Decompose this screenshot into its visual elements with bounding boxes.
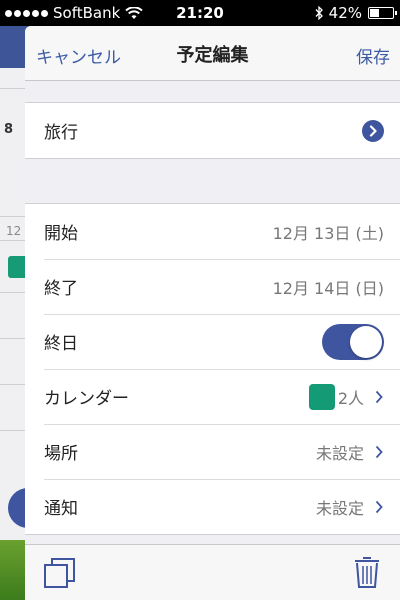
page-title: 予定編集 xyxy=(176,45,249,66)
battery-icon xyxy=(368,7,397,19)
location-label: 場所 xyxy=(44,444,78,464)
event-title: 旅行 xyxy=(44,123,78,143)
background-date-12: 12 xyxy=(6,224,22,238)
battery-percent: 42% xyxy=(328,4,362,22)
chevron-right-circle-icon[interactable] xyxy=(362,119,384,142)
nav-bar: キャンセル 予定編集 保存 xyxy=(25,26,400,81)
bluetooth-icon xyxy=(315,5,323,21)
copy-icon[interactable] xyxy=(43,557,77,589)
end-row[interactable]: 終了 12月 14日 (日) xyxy=(25,259,400,314)
calendar-row[interactable]: カレンダー 2人 xyxy=(25,369,400,424)
toggle-knob xyxy=(350,325,382,358)
all-day-row: 終日 xyxy=(25,314,400,369)
status-bar: SoftBank 21:20 42% xyxy=(0,0,400,26)
save-button[interactable]: 保存 xyxy=(356,43,390,68)
edit-event-sheet: キャンセル 予定編集 保存 旅行 開始 12月 13日 (土) 終了 12月 1… xyxy=(25,26,400,600)
calendar-label: カレンダー xyxy=(44,389,129,409)
details-group: 開始 12月 13日 (土) 終了 12月 14日 (日) 終日 カレンダー 2… xyxy=(25,203,400,535)
chevron-right-icon xyxy=(375,500,383,513)
end-value: 12月 14日 (日) xyxy=(272,278,384,298)
start-label: 開始 xyxy=(44,224,78,244)
calendar-color-swatch xyxy=(308,383,335,410)
trash-icon[interactable] xyxy=(354,555,380,589)
calendar-value: 2人 xyxy=(337,388,364,408)
title-group: 旅行 xyxy=(25,102,400,159)
all-day-toggle[interactable] xyxy=(322,323,384,360)
chevron-right-icon xyxy=(375,390,383,403)
notification-value: 未設定 xyxy=(315,498,364,518)
location-row[interactable]: 場所 未設定 xyxy=(25,424,400,479)
location-value: 未設定 xyxy=(315,443,364,463)
end-label: 終了 xyxy=(44,279,78,299)
notification-row[interactable]: 通知 未設定 xyxy=(25,479,400,534)
start-value: 12月 13日 (土) xyxy=(272,223,384,243)
start-row[interactable]: 開始 12月 13日 (土) xyxy=(25,204,400,259)
notification-label: 通知 xyxy=(44,499,78,519)
event-title-row[interactable]: 旅行 xyxy=(25,103,400,158)
all-day-label: 終日 xyxy=(44,334,78,354)
background-date-8: 8 xyxy=(4,122,14,137)
bottom-toolbar xyxy=(25,544,400,600)
chevron-right-icon xyxy=(375,445,383,458)
